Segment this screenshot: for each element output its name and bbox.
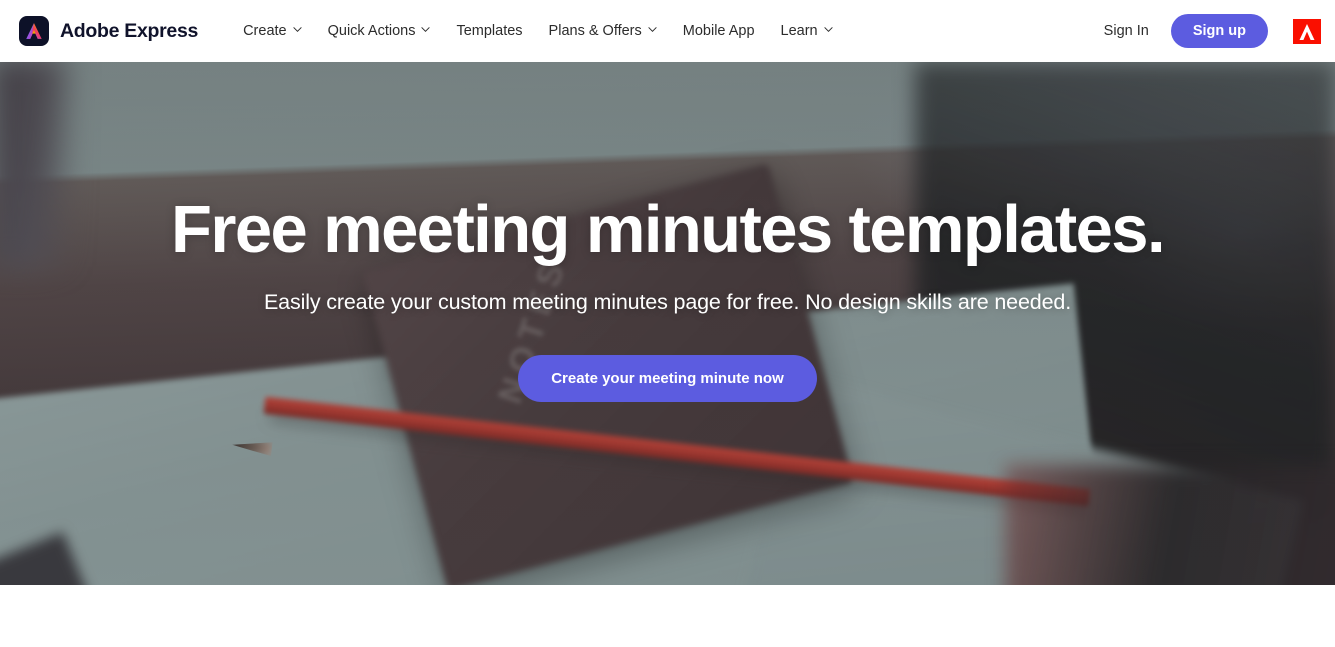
page-title: Free meeting minutes templates. bbox=[171, 192, 1166, 267]
nav-item-create[interactable]: Create bbox=[230, 17, 315, 45]
hero-subtitle: Easily create your custom meeting minute… bbox=[263, 290, 1072, 314]
nav-item-label: Mobile App bbox=[682, 23, 755, 39]
top-navigation-bar: Adobe Express Create Quick Actions Templ… bbox=[0, 0, 1335, 62]
nav-item-label: Create bbox=[243, 23, 287, 39]
chevron-down-icon bbox=[293, 25, 302, 34]
nav-item-quick-actions[interactable]: Quick Actions bbox=[315, 17, 444, 45]
nav-item-plans-and-offers[interactable]: Plans & Offers bbox=[536, 17, 670, 45]
nav-item-label: Learn bbox=[780, 23, 818, 39]
sign-up-button[interactable]: Sign up bbox=[1170, 14, 1268, 48]
primary-nav: Create Quick Actions Templates Plans & O… bbox=[230, 17, 846, 45]
hero-section: NOTES Free meeting minutes templates. Ea… bbox=[0, 62, 1335, 585]
nav-item-label: Quick Actions bbox=[327, 23, 416, 39]
nav-item-templates[interactable]: Templates bbox=[443, 17, 535, 45]
nav-account-actions: Sign In Sign up bbox=[1090, 14, 1322, 48]
chevron-down-icon bbox=[421, 25, 431, 34]
brand-home-link[interactable]: Adobe Express bbox=[19, 16, 198, 46]
nav-item-mobile-app[interactable]: Mobile App bbox=[670, 17, 768, 45]
hero-content: Free meeting minutes templates. Easily c… bbox=[0, 62, 1335, 585]
nav-item-label: Templates bbox=[456, 23, 523, 39]
adobe-express-logo-icon bbox=[19, 16, 49, 46]
nav-item-learn[interactable]: Learn bbox=[768, 17, 846, 45]
create-meeting-minute-button[interactable]: Create your meeting minute now bbox=[518, 355, 817, 402]
adobe-corporate-logo-icon[interactable] bbox=[1292, 17, 1322, 46]
nav-item-label: Plans & Offers bbox=[548, 23, 642, 39]
page-body-below-hero bbox=[0, 585, 1335, 647]
brand-name: Adobe Express bbox=[60, 19, 199, 42]
chevron-down-icon bbox=[824, 25, 833, 34]
chevron-down-icon bbox=[648, 25, 657, 34]
sign-in-link[interactable]: Sign In bbox=[1090, 17, 1163, 45]
